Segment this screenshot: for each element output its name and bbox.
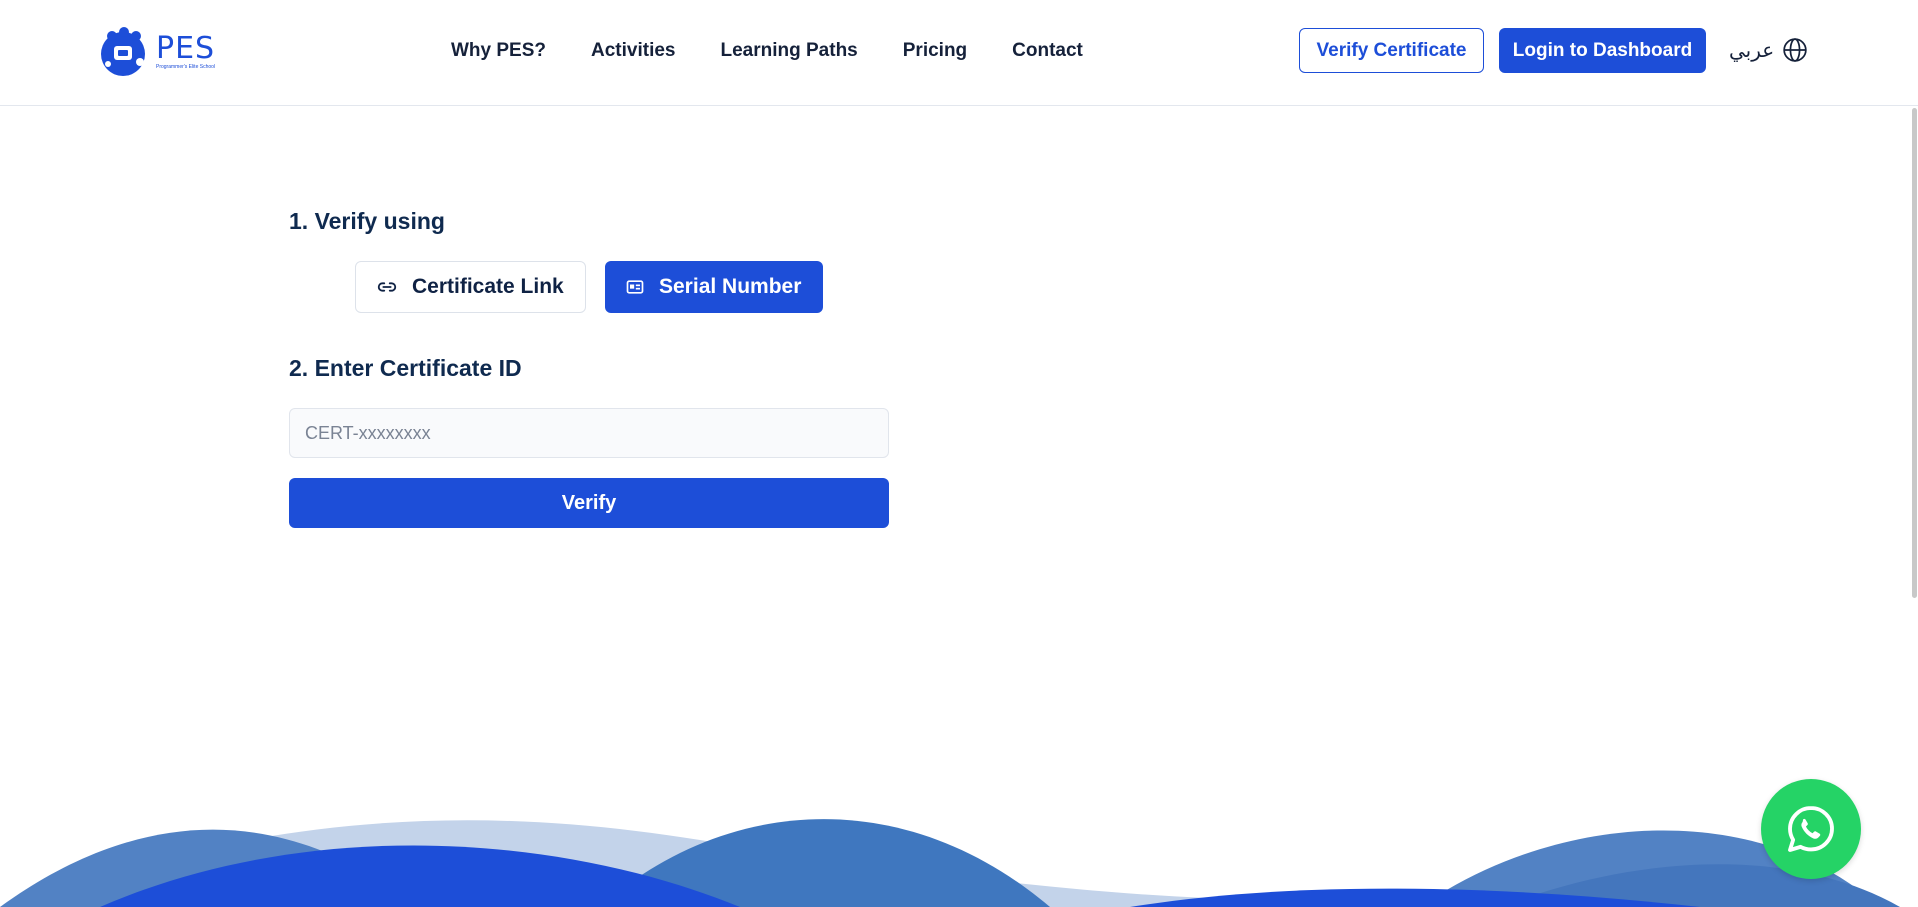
- nav-learning-paths[interactable]: Learning Paths: [721, 40, 858, 62]
- logo-wordmark: PES Programmer's Elite School: [156, 31, 216, 71]
- verify-certificate-button[interactable]: Verify Certificate: [1299, 28, 1484, 73]
- certificate-link-label: Certificate Link: [412, 275, 564, 298]
- whatsapp-chat-button[interactable]: [1761, 779, 1861, 879]
- page-scrollbar[interactable]: [1912, 108, 1917, 598]
- site-header: PES Programmer's Elite School Why PES? A…: [0, 0, 1918, 106]
- certificate-id-input[interactable]: [289, 408, 889, 458]
- nav-activities[interactable]: Activities: [591, 40, 675, 62]
- main-nav: Why PES? Activities Learning Paths Prici…: [451, 36, 1128, 66]
- serial-number-option[interactable]: Serial Number: [605, 261, 823, 313]
- nav-contact[interactable]: Contact: [1012, 40, 1083, 62]
- link-icon: [377, 282, 397, 292]
- language-switcher[interactable]: عربي: [1729, 34, 1808, 66]
- id-card-icon: [626, 280, 644, 294]
- step2-title: 2. Enter Certificate ID: [289, 355, 522, 381]
- verify-button[interactable]: Verify: [289, 478, 889, 528]
- logo-head-icon: [101, 27, 145, 76]
- login-dashboard-button[interactable]: Login to Dashboard: [1499, 28, 1706, 73]
- logo-subtext: Programmer's Elite School: [156, 64, 216, 70]
- whatsapp-icon: [1788, 806, 1834, 852]
- certificate-link-option[interactable]: Certificate Link: [355, 261, 586, 313]
- nav-pricing[interactable]: Pricing: [903, 40, 967, 62]
- globe-icon: [1783, 38, 1807, 62]
- decorative-waves: [0, 819, 1900, 907]
- language-label: عربي: [1729, 39, 1775, 62]
- logo-text: PES: [156, 31, 216, 66]
- nav-why-pes[interactable]: Why PES?: [451, 40, 546, 62]
- serial-number-label: Serial Number: [659, 275, 802, 298]
- pes-logo[interactable]: PES Programmer's Elite School: [98, 24, 226, 80]
- step1-title: 1. Verify using: [289, 208, 445, 234]
